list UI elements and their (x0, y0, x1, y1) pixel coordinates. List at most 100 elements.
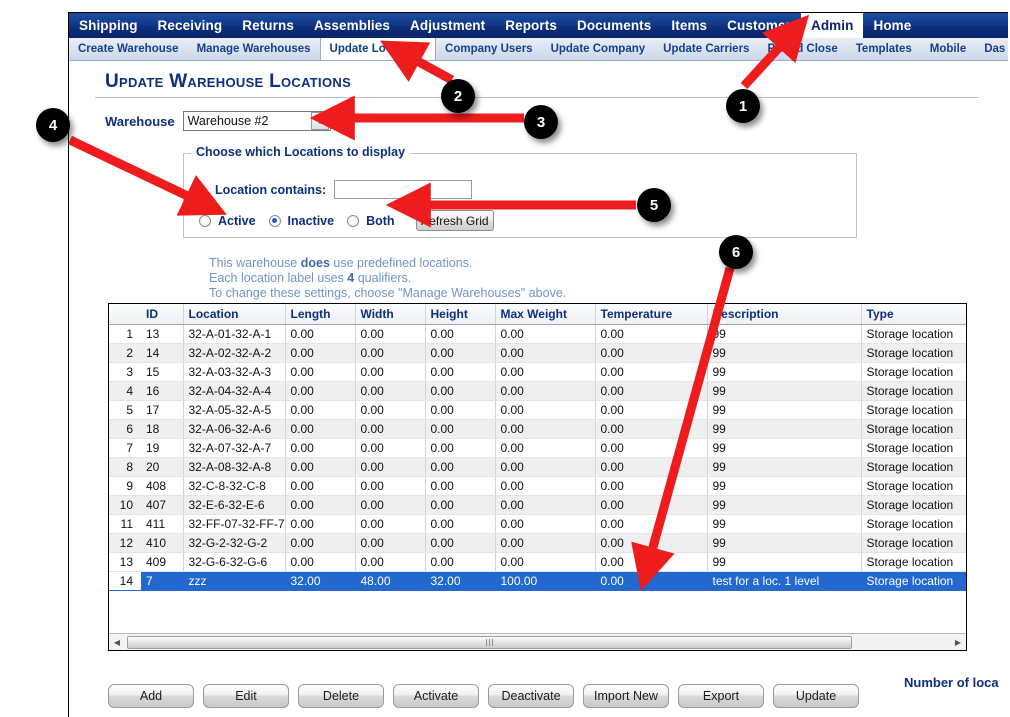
nav-item-assemblies[interactable]: Assemblies (304, 13, 400, 38)
subnav-item-create-warehouse[interactable]: Create Warehouse (69, 38, 188, 60)
nav-item-documents[interactable]: Documents (567, 13, 661, 38)
update-button[interactable]: Update (773, 684, 859, 708)
cell-length: 0.00 (285, 533, 356, 553)
table-row[interactable]: 1 13 32-A-01-32-A-1 0.00 0.00 0.00 0.00 0.00 99 S… (109, 324, 966, 344)
table-row[interactable]: 4 16 32-A-04-32-A-4 0.00 0.00 0.00 0.00 0.00 99 S… (109, 381, 966, 401)
col-id[interactable]: ID (141, 304, 184, 325)
cell-length: 0.00 (285, 514, 356, 534)
scroll-right-icon[interactable]: ▶ (950, 635, 966, 650)
table-row[interactable]: 7 19 32-A-07-32-A-7 0.00 0.00 0.00 0.00 0.00 99 S… (109, 438, 966, 458)
subnav-item-manage-warehouses[interactable]: Manage Warehouses (188, 38, 320, 60)
nav-item-returns[interactable]: Returns (232, 13, 304, 38)
info-line-2-a: Each location label uses (209, 271, 348, 285)
col-type[interactable]: Type (861, 304, 966, 325)
subnav-item-update-locations[interactable]: Update Locations (319, 38, 437, 60)
chevron-down-icon[interactable] (310, 112, 329, 130)
cell-max-weight: 100.00 (495, 571, 596, 591)
subnav-item-update-company[interactable]: Update Company (542, 38, 655, 60)
cell-length: 0.00 (285, 400, 356, 420)
cell-height: 0.00 (425, 514, 496, 534)
scrollbar-thumb[interactable] (127, 635, 852, 649)
cell-type: Storage location (861, 324, 966, 344)
info-line-1-c: use predefined locations. (329, 256, 473, 270)
col-temperature[interactable]: Temperature (595, 304, 708, 325)
number-of-locations-label: Number of loca (904, 675, 999, 690)
info-line-2-c: qualifiers. (354, 271, 412, 285)
scroll-left-icon[interactable]: ◀ (109, 635, 125, 650)
cell-description: 99 (707, 476, 862, 496)
locations-grid[interactable]: ID Location Length Width Height Max Weig… (108, 303, 967, 651)
main-navigation: Shipping Receiving Returns Assemblies Ad… (69, 13, 1008, 38)
cell-location: 32-A-02-32-A-2 (183, 343, 286, 363)
warehouse-row: Warehouse Warehouse #2 (105, 111, 331, 131)
delete-button[interactable]: Delete (298, 684, 384, 708)
nav-item-customer[interactable]: Customer (717, 13, 801, 38)
col-length[interactable]: Length (285, 304, 356, 325)
add-button[interactable]: Add (108, 684, 194, 708)
callout-badge-4: 4 (36, 108, 70, 142)
nav-item-shipping[interactable]: Shipping (69, 13, 148, 38)
table-row[interactable]: 11 411 32-FF-07-32-FF-7 0.00 0.00 0.00 0.00 0.0… (109, 514, 966, 534)
cell-temperature: 0.00 (595, 495, 708, 515)
subnav-item-templates[interactable]: Templates (847, 38, 921, 60)
import-new-button[interactable]: Import New (583, 684, 669, 708)
subnav-item-company-users[interactable]: Company Users (436, 38, 542, 60)
subnav-item-period-close[interactable]: Period Close (758, 38, 846, 60)
horizontal-scrollbar[interactable]: ◀ ▶ (109, 633, 966, 650)
nav-item-receiving[interactable]: Receiving (148, 13, 233, 38)
cell-width: 0.00 (355, 324, 426, 344)
nav-item-items[interactable]: Items (661, 13, 717, 38)
activate-button[interactable]: Activate (393, 684, 479, 708)
edit-button[interactable]: Edit (203, 684, 289, 708)
col-max-weight[interactable]: Max Weight (495, 304, 596, 325)
cell-type: Storage location (861, 457, 966, 477)
cell-width: 0.00 (355, 476, 426, 496)
subnav-item-dashboard[interactable]: Das (975, 38, 1008, 60)
table-row[interactable]: 9 408 32-C-8-32-C-8 0.00 0.00 0.00 0.00 0.00 99 S… (109, 476, 966, 496)
refresh-grid-button[interactable]: Refresh Grid (415, 210, 494, 231)
cell-length: 0.00 (285, 476, 356, 496)
cell-max-weight: 0.00 (495, 514, 596, 534)
col-rownum (109, 304, 141, 325)
cell-width: 0.00 (355, 495, 426, 515)
cell-type: Storage location (861, 343, 966, 363)
scrollbar-track[interactable] (125, 635, 950, 650)
table-row[interactable]: 6 18 32-A-06-32-A-6 0.00 0.00 0.00 0.00 0.00 99 S… (109, 419, 966, 439)
table-row[interactable]: 3 15 32-A-03-32-A-3 0.00 0.00 0.00 0.00 0.00 99 S… (109, 362, 966, 382)
deactivate-button[interactable]: Deactivate (488, 684, 574, 708)
cell-type: Storage location (861, 381, 966, 401)
col-width[interactable]: Width (355, 304, 426, 325)
cell-width: 0.00 (355, 381, 426, 401)
row-number: 4 (109, 381, 141, 401)
col-location[interactable]: Location (183, 304, 286, 325)
row-number: 6 (109, 419, 141, 439)
radio-both[interactable] (347, 214, 360, 227)
col-description[interactable]: Description (707, 304, 862, 325)
table-row[interactable]: 2 14 32-A-02-32-A-2 0.00 0.00 0.00 0.00 0.00 99 S… (109, 343, 966, 363)
cell-type: Storage location (861, 419, 966, 439)
table-row[interactable]: 8 20 32-A-08-32-A-8 0.00 0.00 0.00 0.00 0.00 99 S… (109, 457, 966, 477)
nav-item-admin[interactable]: Admin (800, 13, 864, 38)
subnav-item-update-carriers[interactable]: Update Carriers (654, 38, 758, 60)
table-row[interactable]: 14 7 zzz 32.00 48.00 32.00 100.00 0.00 test for … (109, 571, 966, 591)
cell-id: 17 (141, 400, 184, 420)
cell-location: 32-E-6-32-E-6 (183, 495, 286, 515)
cell-id: 409 (141, 552, 184, 572)
table-row[interactable]: 13 409 32-G-6-32-G-6 0.00 0.00 0.00 0.00 0.00 99… (109, 552, 966, 572)
table-row[interactable]: 10 407 32-E-6-32-E-6 0.00 0.00 0.00 0.00 0.00 99… (109, 495, 966, 515)
warehouse-select[interactable]: Warehouse #2 (182, 111, 331, 131)
table-row[interactable]: 5 17 32-A-05-32-A-5 0.00 0.00 0.00 0.00 0.00 99 S… (109, 400, 966, 420)
table-row[interactable]: 12 410 32-G-2-32-G-2 0.00 0.00 0.00 0.00 0.00 99… (109, 533, 966, 553)
cell-location: 32-G-6-32-G-6 (183, 552, 286, 572)
col-height[interactable]: Height (425, 304, 496, 325)
radio-inactive[interactable] (268, 214, 281, 227)
export-button[interactable]: Export (678, 684, 764, 708)
nav-item-home[interactable]: Home (863, 13, 921, 38)
radio-active[interactable] (199, 214, 211, 227)
nav-item-adjustment[interactable]: Adjustment (400, 13, 495, 38)
nav-item-reports[interactable]: Reports (495, 13, 567, 38)
row-number: 9 (109, 476, 141, 496)
location-contains-input[interactable] (334, 180, 473, 199)
cell-height: 0.00 (425, 400, 496, 420)
subnav-item-mobile[interactable]: Mobile (921, 38, 975, 60)
